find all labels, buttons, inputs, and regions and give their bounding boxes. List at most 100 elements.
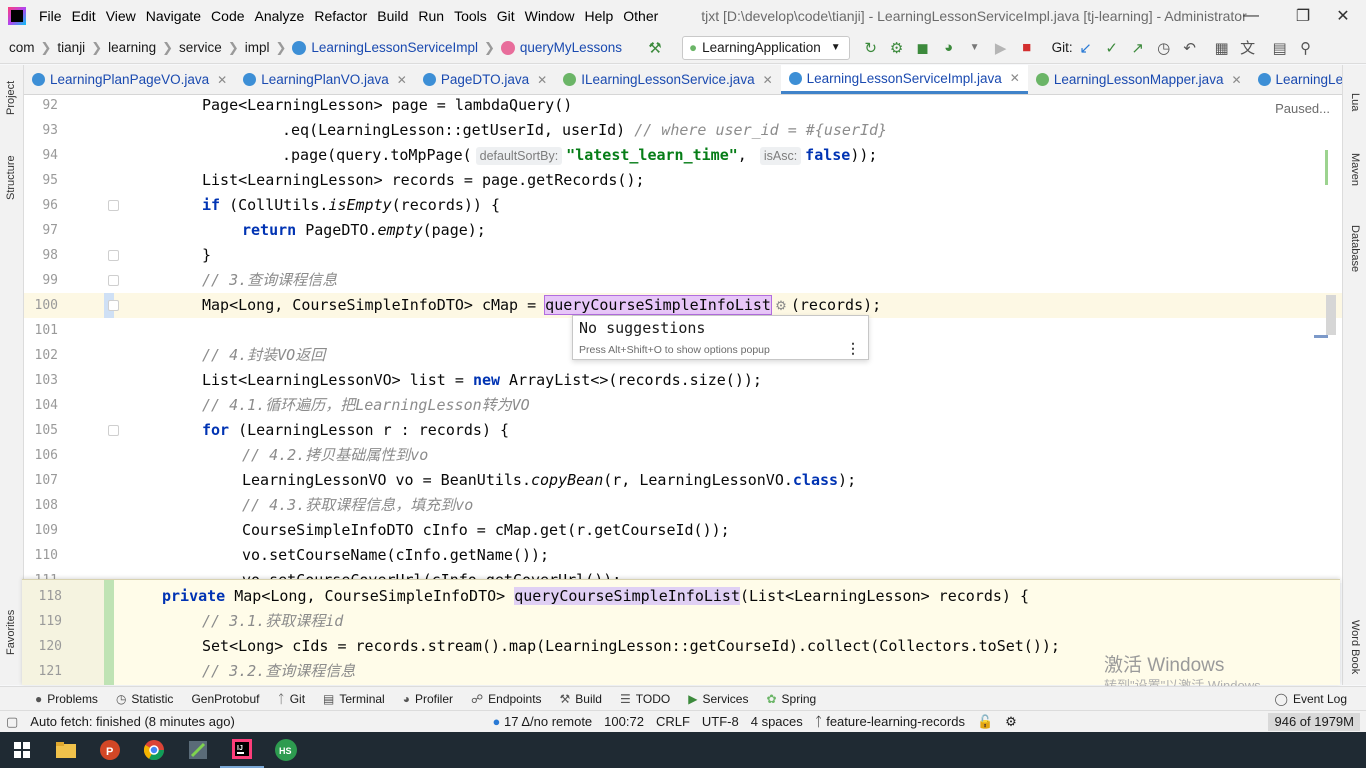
git-update-icon[interactable]: ↙ [1073, 36, 1099, 60]
status-message[interactable]: Auto fetch: finished (8 minutes ago) [24, 714, 241, 729]
close-tab-icon[interactable]: ✕ [217, 73, 227, 87]
unresolved-method-reference[interactable]: queryCourseSimpleInfoList [544, 295, 772, 315]
problems-tool-button[interactable]: ● Problems [26, 692, 107, 706]
breadcrumb-learning[interactable]: learning [108, 40, 156, 55]
code-line[interactable]: 110 vo.setCourseName(cInfo.getName()); [24, 543, 1342, 568]
git-tool-button[interactable]: ᛏ Git [268, 692, 314, 706]
word-book-tool-button[interactable]: Word Book [1349, 620, 1361, 674]
menu-file[interactable]: File [34, 0, 67, 32]
statistic-tool-button[interactable]: ◷ Statistic [107, 692, 183, 706]
scrollbar-thumb[interactable] [1326, 295, 1336, 335]
git-branch[interactable]: ᛏ feature-learning-records [809, 714, 971, 729]
fold-icon[interactable] [108, 250, 119, 261]
history-icon[interactable]: ◷ [1151, 36, 1177, 60]
code-line[interactable]: 107 LearningLessonVO vo = BeanUtils.copy… [24, 468, 1342, 493]
indent-setting[interactable]: 4 spaces [745, 714, 809, 729]
close-tab-icon[interactable]: ✕ [1010, 71, 1020, 85]
code-line[interactable]: 103 List<LearningLessonVO> list = new Ar… [24, 368, 1342, 393]
menu-tools[interactable]: Tools [449, 0, 492, 32]
screen-recorder-icon[interactable] [176, 732, 220, 768]
chrome-icon[interactable] [132, 732, 176, 768]
code-line[interactable]: 105 for (LearningLesson r : records) { [24, 418, 1342, 443]
status-bar-toggle-icon[interactable]: ▢ [0, 714, 24, 730]
stop-icon[interactable]: ■ [1014, 36, 1040, 60]
profiler-tool-button[interactable]: ◕ Profiler [394, 692, 462, 706]
project-structure-icon[interactable]: ▦ [1209, 36, 1235, 60]
search-everywhere-icon[interactable]: ⚲ [1293, 36, 1319, 60]
method-declaration[interactable]: queryCourseSimpleInfoList [514, 587, 740, 605]
terminal-tool-button[interactable]: ▤ Terminal [314, 692, 394, 706]
project-tool-button[interactable]: Project [5, 81, 17, 115]
suggestions-popup[interactable]: No suggestions Press Alt+Shift+O to show… [572, 315, 869, 360]
tab-learning-lesson-service-impl[interactable]: LearningLessonServiceImpl.java ✕ [780, 65, 1028, 94]
menu-edit[interactable]: Edit [67, 0, 101, 32]
event-log-tool-button[interactable]: ◯ Event Log [1266, 692, 1356, 706]
code-line[interactable]: 108 // 4.3.获取课程信息，填充到vo [24, 493, 1342, 518]
rollback-icon[interactable]: ↶ [1177, 36, 1203, 60]
code-line[interactable]: 99 // 3.查询课程信息 [24, 268, 1342, 293]
minimize-icon[interactable]: — [1228, 0, 1274, 32]
breadcrumb-service[interactable]: service [179, 40, 222, 55]
menu-git[interactable]: Git [492, 0, 520, 32]
fold-icon[interactable] [108, 425, 119, 436]
code-line[interactable]: 92 Page<LearningLesson> page = lambdaQue… [24, 95, 1342, 118]
code-line[interactable]: 93 .eq(LearningLesson::getUserId, userId… [24, 118, 1342, 143]
lua-tool-button[interactable]: Lua [1349, 93, 1361, 111]
code-line[interactable]: 104 // 4.1.循环遍历，把LearningLesson转为VO [24, 393, 1342, 418]
menu-build[interactable]: Build [372, 0, 413, 32]
peek-line[interactable]: 118 private Map<Long, CourseSimpleInfoDT… [22, 584, 1340, 609]
breadcrumb-tianji[interactable]: tianji [57, 40, 85, 55]
tab-learning-plan-page-vo[interactable]: LearningPlanPageVO.java ✕ [24, 65, 235, 94]
more-run-icon[interactable]: ▼ [962, 36, 988, 60]
breadcrumb-impl[interactable]: impl [245, 40, 270, 55]
menu-view[interactable]: View [101, 0, 141, 32]
tab-learning-plan-vo[interactable]: LearningPlanVO.java ✕ [235, 65, 415, 94]
services-tool-button[interactable]: ▶ Services [679, 692, 757, 706]
tab-learning-lesson-mapper[interactable]: LearningLessonMapper.java ✕ [1028, 65, 1250, 94]
menu-other[interactable]: Other [618, 0, 663, 32]
memory-indicator[interactable]: 946 of 1979M [1268, 712, 1360, 731]
close-tab-icon[interactable]: ✕ [763, 73, 773, 87]
menu-help[interactable]: Help [579, 0, 618, 32]
play-icon[interactable]: ▶ [988, 36, 1014, 60]
breadcrumb-class[interactable]: LearningLessonServiceImpl [292, 40, 478, 55]
more-options-icon[interactable]: ⋮ [846, 340, 860, 357]
menu-refactor[interactable]: Refactor [309, 0, 372, 32]
close-window-icon[interactable]: ✕ [1320, 0, 1366, 32]
structure-tool-button[interactable]: Structure [5, 155, 17, 200]
git-push-icon[interactable]: ↗ [1125, 36, 1151, 60]
tab-learning-le[interactable]: LearningLe ▼ [1250, 65, 1342, 94]
powerpoint-icon[interactable]: P [88, 732, 132, 768]
tab-ilearning-lesson-service[interactable]: ILearningLessonService.java ✕ [555, 65, 780, 94]
genprotobuf-tool-button[interactable]: GenProtobuf [182, 692, 268, 706]
menu-navigate[interactable]: Navigate [141, 0, 206, 32]
endpoints-tool-button[interactable]: ☍ Endpoints [462, 692, 551, 706]
breadcrumb-com[interactable]: com [9, 40, 35, 55]
code-with-me-icon[interactable]: ▤ [1267, 36, 1293, 60]
menu-run[interactable]: Run [413, 0, 449, 32]
rerun-icon[interactable]: ↻ [858, 36, 884, 60]
caret-position[interactable]: 100:72 [598, 714, 650, 729]
database-tool-button[interactable]: Database [1349, 225, 1361, 272]
hs-icon[interactable]: HS [264, 732, 308, 768]
code-line[interactable]: 97 return PageDTO.empty(page); [24, 218, 1342, 243]
git-status[interactable]: ● 17 Δ/no remote [487, 714, 599, 729]
file-encoding[interactable]: UTF-8 [696, 714, 745, 729]
build-tool-button[interactable]: ⚒ Build [551, 692, 611, 706]
code-line[interactable]: 106 // 4.2.拷贝基础属性到vo [24, 443, 1342, 468]
line-separator[interactable]: CRLF [650, 714, 696, 729]
run-config-dropdown[interactable]: ● LearningApplication ▼ [681, 35, 850, 60]
intention-gear-icon[interactable]: ⚙ [771, 299, 791, 314]
close-tab-icon[interactable]: ✕ [1231, 73, 1241, 87]
code-line[interactable]: 96 if (CollUtils.isEmpty(records)) { [24, 193, 1342, 218]
git-commit-icon[interactable]: ✓ [1099, 36, 1125, 60]
debug-icon[interactable]: ⚙ [884, 36, 910, 60]
menu-analyze[interactable]: Analyze [250, 0, 310, 32]
favorites-tool-button[interactable]: Favorites [5, 610, 17, 655]
fold-icon[interactable] [108, 300, 119, 311]
menu-window[interactable]: Window [520, 0, 580, 32]
error-stripe-marker[interactable] [1314, 335, 1328, 338]
translate-icon[interactable]: 文 [1235, 36, 1261, 60]
spring-tool-button[interactable]: ✿ Spring [757, 692, 825, 706]
settings-icon[interactable]: ⚙ [999, 714, 1023, 730]
